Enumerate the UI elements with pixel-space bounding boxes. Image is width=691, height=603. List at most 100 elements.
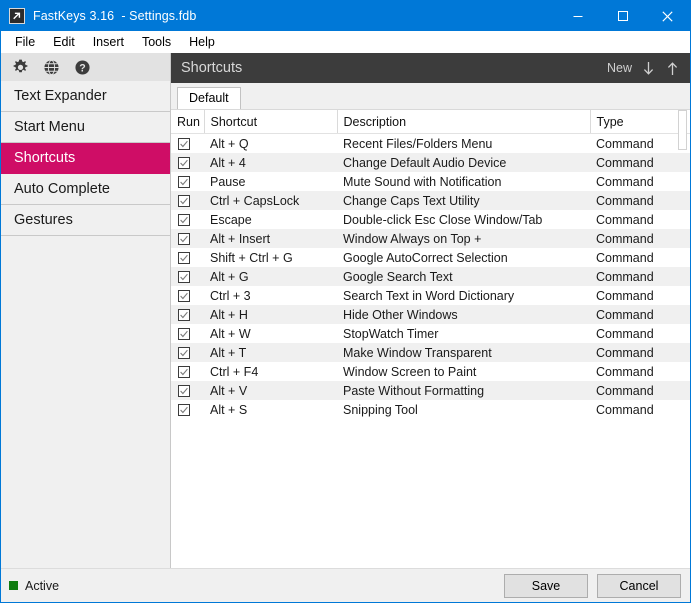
sidebar-item-auto-complete[interactable]: Auto Complete bbox=[1, 174, 170, 205]
table-row[interactable]: Shift + Ctrl + GGoogle AutoCorrect Selec… bbox=[171, 248, 690, 267]
body-split: ? Text Expander Start Menu Shortcuts Aut… bbox=[1, 53, 690, 568]
sidebar-item-text-expander[interactable]: Text Expander bbox=[1, 81, 170, 112]
sidebar-filler bbox=[1, 236, 170, 568]
table-row[interactable]: Alt + SSnipping ToolCommand bbox=[171, 400, 690, 419]
row-run-cell bbox=[171, 400, 204, 419]
row-run-cell bbox=[171, 305, 204, 324]
window-title: FastKeys 3.16 - Settings.fdb bbox=[33, 9, 196, 23]
run-checkbox[interactable] bbox=[178, 404, 190, 416]
row-type-cell: Command bbox=[590, 134, 690, 154]
arrow-down-icon[interactable] bbox=[641, 58, 656, 78]
row-shortcut-cell: Escape bbox=[204, 210, 337, 229]
menu-tools[interactable]: Tools bbox=[136, 33, 180, 51]
row-type-cell: Command bbox=[590, 324, 690, 343]
row-shortcut-cell: Alt + Insert bbox=[204, 229, 337, 248]
table-row[interactable]: Alt + GGoogle Search TextCommand bbox=[171, 267, 690, 286]
row-type-cell: Command bbox=[590, 381, 690, 400]
minimize-button[interactable] bbox=[555, 1, 600, 31]
row-type-cell: Command bbox=[590, 210, 690, 229]
run-checkbox[interactable] bbox=[178, 328, 190, 340]
sidebar-item-label: Text Expander bbox=[14, 88, 107, 104]
table-row[interactable]: Alt + QRecent Files/Folders MenuCommand bbox=[171, 134, 690, 154]
row-shortcut-cell: Alt + 4 bbox=[204, 153, 337, 172]
row-shortcut-cell: Alt + T bbox=[204, 343, 337, 362]
column-header-run[interactable]: Run bbox=[171, 110, 204, 134]
status-bar: Active Save Cancel bbox=[1, 568, 690, 602]
run-checkbox[interactable] bbox=[178, 366, 190, 378]
row-shortcut-cell: Pause bbox=[204, 172, 337, 191]
row-shortcut-cell: Alt + G bbox=[204, 267, 337, 286]
row-description-cell: Hide Other Windows bbox=[337, 305, 590, 324]
row-description-cell: Recent Files/Folders Menu bbox=[337, 134, 590, 154]
table-row[interactable]: Alt + VPaste Without FormattingCommand bbox=[171, 381, 690, 400]
menu-edit[interactable]: Edit bbox=[47, 33, 84, 51]
app-window: FastKeys 3.16 - Settings.fdb File Edit I… bbox=[0, 0, 691, 603]
title-bar: FastKeys 3.16 - Settings.fdb bbox=[1, 1, 690, 31]
table-row[interactable]: Alt + InsertWindow Always on Top +Comman… bbox=[171, 229, 690, 248]
sidebar-item-start-menu[interactable]: Start Menu bbox=[1, 112, 170, 143]
run-checkbox[interactable] bbox=[178, 347, 190, 359]
tab-default[interactable]: Default bbox=[177, 87, 241, 110]
menu-bar: File Edit Insert Tools Help bbox=[1, 31, 690, 53]
column-header-type[interactable]: Type bbox=[590, 110, 690, 134]
new-button[interactable]: New bbox=[607, 61, 632, 75]
sidebar-item-label: Shortcuts bbox=[14, 150, 75, 166]
row-run-cell bbox=[171, 134, 204, 154]
row-shortcut-cell: Shift + Ctrl + G bbox=[204, 248, 337, 267]
save-button[interactable]: Save bbox=[504, 574, 588, 598]
menu-help[interactable]: Help bbox=[183, 33, 224, 51]
page-title: Shortcuts bbox=[181, 60, 242, 76]
run-checkbox[interactable] bbox=[178, 176, 190, 188]
table-row[interactable]: PauseMute Sound with NotificationCommand bbox=[171, 172, 690, 191]
run-checkbox[interactable] bbox=[178, 214, 190, 226]
table-row[interactable]: Alt + TMake Window TransparentCommand bbox=[171, 343, 690, 362]
table-row[interactable]: Ctrl + F4Window Screen to PaintCommand bbox=[171, 362, 690, 381]
vertical-scrollbar[interactable] bbox=[678, 110, 687, 150]
row-shortcut-cell: Ctrl + CapsLock bbox=[204, 191, 337, 210]
maximize-button[interactable] bbox=[600, 1, 645, 31]
table-row[interactable]: Alt + WStopWatch TimerCommand bbox=[171, 324, 690, 343]
settings-gear-icon[interactable] bbox=[11, 58, 29, 76]
menu-file[interactable]: File bbox=[9, 33, 44, 51]
run-checkbox[interactable] bbox=[178, 157, 190, 169]
run-checkbox[interactable] bbox=[178, 138, 190, 150]
panel-header: Shortcuts New bbox=[171, 53, 690, 83]
row-type-cell: Command bbox=[590, 172, 690, 191]
sidebar-item-gestures[interactable]: Gestures bbox=[1, 205, 170, 236]
help-icon[interactable]: ? bbox=[73, 58, 91, 76]
globe-icon[interactable] bbox=[42, 58, 60, 76]
run-checkbox[interactable] bbox=[178, 233, 190, 245]
row-type-cell: Command bbox=[590, 286, 690, 305]
menu-insert[interactable]: Insert bbox=[87, 33, 133, 51]
sidebar-item-shortcuts[interactable]: Shortcuts bbox=[1, 143, 170, 174]
table-header-row: Run Shortcut Description Type bbox=[171, 110, 690, 134]
window-controls bbox=[555, 1, 690, 31]
row-type-cell: Command bbox=[590, 400, 690, 419]
panel-header-actions: New bbox=[607, 58, 680, 78]
run-checkbox[interactable] bbox=[178, 252, 190, 264]
row-run-cell bbox=[171, 191, 204, 210]
arrow-up-icon[interactable] bbox=[665, 58, 680, 78]
row-type-cell: Command bbox=[590, 362, 690, 381]
run-checkbox[interactable] bbox=[178, 385, 190, 397]
close-button[interactable] bbox=[645, 1, 690, 31]
row-description-cell: Paste Without Formatting bbox=[337, 381, 590, 400]
row-description-cell: Google Search Text bbox=[337, 267, 590, 286]
table-row[interactable]: Ctrl + 3Search Text in Word DictionaryCo… bbox=[171, 286, 690, 305]
row-shortcut-cell: Ctrl + F4 bbox=[204, 362, 337, 381]
table-row[interactable]: Ctrl + CapsLockChange Caps Text UtilityC… bbox=[171, 191, 690, 210]
table-row[interactable]: EscapeDouble-click Esc Close Window/TabC… bbox=[171, 210, 690, 229]
column-header-shortcut[interactable]: Shortcut bbox=[204, 110, 337, 134]
column-header-description[interactable]: Description bbox=[337, 110, 590, 134]
row-description-cell: Snipping Tool bbox=[337, 400, 590, 419]
row-description-cell: Change Caps Text Utility bbox=[337, 191, 590, 210]
cancel-button[interactable]: Cancel bbox=[597, 574, 681, 598]
run-checkbox[interactable] bbox=[178, 271, 190, 283]
table-row[interactable]: Alt + 4Change Default Audio DeviceComman… bbox=[171, 153, 690, 172]
sidebar-item-label: Auto Complete bbox=[14, 181, 110, 197]
run-checkbox[interactable] bbox=[178, 309, 190, 321]
run-checkbox[interactable] bbox=[178, 290, 190, 302]
table-row[interactable]: Alt + HHide Other WindowsCommand bbox=[171, 305, 690, 324]
run-checkbox[interactable] bbox=[178, 195, 190, 207]
arrow-up-right-icon bbox=[9, 8, 25, 24]
